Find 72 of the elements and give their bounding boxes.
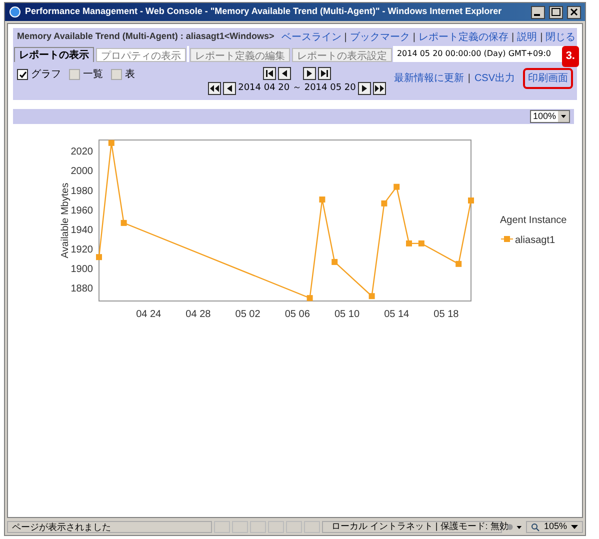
action-link[interactable]: CSV出力: [474, 71, 515, 86]
print-button[interactable]: 印刷画面: [523, 68, 573, 89]
report-title: Memory Available Trend (Multi-Agent) : aliasagt1<Windows>: [17, 30, 274, 44]
tab-strip-background: [187, 46, 189, 62]
status-pane: [214, 521, 230, 533]
window-title: Performance Management - Web Console - "Memory Available Trend (Multi-Agent)" - Windows Internet Explorer: [25, 5, 503, 18]
legend-title: Agent Instance: [500, 215, 567, 226]
y-tick-label: 1960: [70, 205, 93, 216]
x-tick-label: 05 18: [434, 309, 459, 320]
y-tick-label: 1900: [70, 264, 93, 275]
y-tick-label: 2000: [70, 166, 93, 178]
status-pane: [286, 521, 302, 533]
link-separator: |: [412, 30, 416, 44]
checkbox-label: 一覧: [83, 68, 103, 82]
maximize-icon[interactable]: [549, 6, 563, 18]
caret-icon: [571, 524, 578, 530]
y-tick-label: 1940: [70, 224, 93, 236]
previous-icon[interactable]: [278, 67, 291, 80]
link-separator: |: [468, 72, 470, 86]
date-range: 2014 04 20 ～ 2014 05 20: [238, 82, 356, 95]
header-link[interactable]: レポート定義の保存: [418, 30, 509, 44]
tab[interactable]: レポート定義の編集: [190, 48, 290, 62]
y-axis-label: Available Mbytes: [60, 182, 71, 258]
checkbox-label: グラフ: [31, 68, 61, 82]
first-page-icon[interactable]: [263, 67, 276, 80]
status-pane: [268, 521, 284, 533]
tab[interactable]: プロパティの表示: [96, 48, 186, 62]
checkbox[interactable]: [111, 69, 122, 80]
link-separator: |: [344, 30, 347, 44]
fast-forward-icon[interactable]: [372, 82, 386, 96]
minimize-icon[interactable]: [531, 6, 545, 18]
step-forward-icon[interactable]: [358, 82, 371, 96]
header-link[interactable]: ブックマーク: [350, 30, 410, 44]
legend-label: aliasagt1: [515, 235, 556, 246]
x-tick-label: 04 24: [136, 309, 162, 320]
checkbox-label: 表: [125, 68, 135, 82]
magnifier-icon: [530, 522, 540, 532]
globe-icon: [9, 6, 21, 18]
zoom-control[interactable]: 105%: [526, 521, 583, 533]
status-pane: [304, 521, 320, 533]
next-icon[interactable]: [303, 67, 316, 80]
callout-badge: 3.: [562, 46, 579, 66]
y-tick-label: 2020: [70, 146, 93, 158]
step-back-icon[interactable]: [223, 82, 236, 96]
link-separator: |: [540, 30, 543, 44]
rewind-icon[interactable]: [208, 82, 222, 96]
link-separator: |: [512, 30, 514, 44]
tab[interactable]: レポートの表示設定: [292, 48, 392, 62]
y-tick-label: 1920: [70, 244, 93, 256]
data-point: [319, 196, 326, 203]
zoom-select[interactable]: 100%: [530, 110, 570, 123]
x-tick-label: 05 02: [235, 309, 260, 320]
checkbox[interactable]: [69, 69, 80, 80]
x-tick-label: 05 14: [384, 309, 410, 320]
x-tick-label: 04 28: [186, 309, 211, 320]
status-pane: [250, 521, 266, 533]
status-message: ページが表示されました: [7, 521, 212, 533]
tab[interactable]: レポートの表示: [14, 47, 94, 62]
zoom-level: 105%: [544, 520, 567, 534]
header-link[interactable]: 説明: [517, 30, 538, 44]
action-link[interactable]: 最新情報に更新: [394, 71, 464, 86]
y-tick-label: 1980: [70, 186, 93, 197]
close-icon[interactable]: [567, 6, 581, 18]
last-page-icon[interactable]: [318, 67, 331, 80]
checkbox[interactable]: [17, 69, 28, 80]
data-point: [96, 254, 102, 260]
status-pane: [232, 521, 248, 533]
header-link[interactable]: 閉じる: [546, 30, 576, 44]
header-link[interactable]: ベースライン: [281, 30, 342, 44]
x-tick-label: 05 06: [284, 309, 310, 320]
y-tick-label: 1880: [70, 283, 93, 294]
x-tick-label: 05 10: [334, 309, 360, 320]
